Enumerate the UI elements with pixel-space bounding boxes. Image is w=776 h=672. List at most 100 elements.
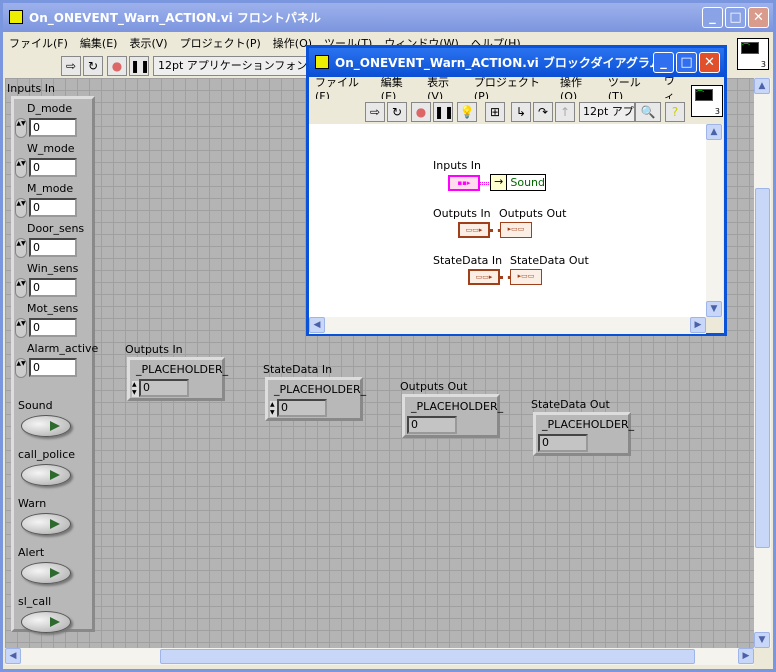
- close-button[interactable]: ✕: [748, 7, 769, 28]
- boolean-button-led[interactable]: [21, 611, 71, 633]
- increment-decrement-arrows[interactable]: ▲▼: [15, 238, 27, 258]
- menu-item[interactable]: 表示(V): [129, 35, 167, 51]
- minimize-button[interactable]: _: [702, 7, 723, 28]
- scroll-down-button[interactable]: ▼: [754, 632, 770, 648]
- menu-item[interactable]: 操作(O): [560, 77, 596, 99]
- unbundle-by-name-node[interactable]: → Sound: [490, 174, 546, 191]
- front-panel-title-bar[interactable]: On_ONEVENT_Warn_ACTION.vi フロントパネル _ □ ✕: [3, 3, 773, 32]
- numeric-control[interactable]: ▲▼ 0: [15, 278, 79, 298]
- boolean-button-led[interactable]: [21, 562, 71, 584]
- run-continuously-icon[interactable]: ↻: [83, 56, 103, 76]
- connector-pane-icon[interactable]: ⌒ 3: [691, 85, 723, 117]
- numeric-control[interactable]: ▲▼ 0: [15, 358, 79, 378]
- numeric-control[interactable]: ▲▼ 0: [15, 158, 79, 178]
- retain-wire-values-icon[interactable]: ⊞: [485, 102, 505, 122]
- menu-item[interactable]: 編集(E): [381, 77, 415, 99]
- scroll-down-button[interactable]: ▼: [706, 301, 722, 317]
- run-continuously-icon[interactable]: ↻: [387, 102, 407, 122]
- numeric-input[interactable]: 0: [29, 278, 77, 297]
- run-arrow-icon[interactable]: ⇨: [61, 56, 81, 76]
- numeric-field: 0: [407, 416, 457, 434]
- numeric-input[interactable]: 0: [29, 318, 77, 337]
- numeric-input[interactable]: 0: [29, 118, 77, 137]
- statedata-in-terminal[interactable]: ▭▭▸: [468, 269, 500, 285]
- increment-decrement-arrows[interactable]: ▲▼: [15, 198, 27, 218]
- abort-icon[interactable]: ●: [107, 56, 127, 76]
- scroll-right-button[interactable]: ▶: [738, 648, 754, 664]
- menu-item[interactable]: ファイル(F): [9, 35, 68, 51]
- numeric-input[interactable]: 0: [29, 198, 77, 217]
- vi-icon: [9, 10, 23, 24]
- boolean-button-led[interactable]: [21, 415, 71, 437]
- numeric-control[interactable]: ▲▼ 0: [15, 198, 79, 218]
- maximize-button[interactable]: □: [725, 7, 746, 28]
- menu-item[interactable]: プロジェクト(P): [474, 77, 548, 99]
- help-icon[interactable]: ?: [665, 102, 685, 122]
- statedata-out-terminal[interactable]: ▸▭▭: [510, 269, 542, 285]
- close-button[interactable]: ✕: [699, 52, 720, 73]
- connector-number: 3: [714, 107, 720, 116]
- scroll-thumb-h[interactable]: [160, 649, 695, 664]
- increment-decrement-arrows[interactable]: ▲▼: [132, 381, 139, 397]
- horizontal-scrollbar[interactable]: ◀ ▶: [309, 317, 706, 334]
- scroll-up-button[interactable]: ▲: [706, 124, 722, 140]
- step-over-icon[interactable]: ↷: [533, 102, 553, 122]
- menu-item[interactable]: ウィ: [664, 77, 684, 99]
- font-select[interactable]: 12pt アプリ: [579, 102, 635, 122]
- highlight-execution-icon[interactable]: 💡: [457, 102, 477, 122]
- menu-item[interactable]: 表示(V): [427, 77, 462, 99]
- boolean-button-led[interactable]: [21, 513, 71, 535]
- cluster-control: _PLACEHOLDER_ ▲ ▼ 0: [265, 377, 366, 421]
- scroll-left-button[interactable]: ◀: [5, 648, 21, 664]
- connector-pane-icon[interactable]: ⌒ 3: [737, 38, 769, 70]
- increment-decrement-arrows[interactable]: ▲▼: [15, 278, 27, 298]
- block-diagram-menu-bar: ファイル(F) 編集(E) 表示(V) プロジェクト(P) 操作(O) ツール(T) ウィ: [309, 77, 684, 99]
- increment-decrement-arrows[interactable]: ▲▼: [15, 358, 27, 378]
- step-into-icon[interactable]: ↳: [511, 102, 531, 122]
- scroll-thumb[interactable]: [755, 188, 770, 548]
- numeric-field[interactable]: 0: [139, 379, 189, 397]
- inputs-in-terminal[interactable]: ▪▪▸: [448, 175, 480, 191]
- outputs-in-terminal[interactable]: ▭▭▸: [458, 222, 490, 238]
- outputs-out-terminal[interactable]: ▸▭▭: [500, 222, 532, 238]
- numeric-field[interactable]: 0: [277, 399, 327, 417]
- boolean-button-led[interactable]: [21, 464, 71, 486]
- block-diagram-title-bar[interactable]: On_ONEVENT_Warn_ACTION.vi ブロックダイアグラム _ □…: [309, 48, 724, 77]
- numeric-label: Alarm_active: [27, 342, 99, 355]
- menu-item[interactable]: プロジェクト(P): [180, 35, 261, 51]
- numeric-control[interactable]: ▲▼ 0: [15, 238, 79, 258]
- numeric-control[interactable]: ▲▼ 0: [15, 118, 79, 138]
- pause-icon[interactable]: ❚❚: [433, 102, 454, 122]
- vertical-scrollbar[interactable]: ▲ ▼: [706, 124, 723, 317]
- clean-up-search-icon[interactable]: 🔍: [635, 102, 661, 122]
- step-out-icon[interactable]: ↑: [555, 102, 575, 122]
- numeric-input[interactable]: 0: [29, 158, 77, 177]
- pause-icon[interactable]: ❚❚: [129, 56, 150, 76]
- maximize-button[interactable]: □: [676, 52, 697, 73]
- menu-item[interactable]: ツール(T): [608, 77, 652, 99]
- increment-decrement-arrows[interactable]: ▲▼: [15, 158, 27, 178]
- minimize-button[interactable]: _: [653, 52, 674, 73]
- run-arrow-icon[interactable]: ⇨: [365, 102, 385, 122]
- outputs-in-terminal-label: Outputs In: [433, 207, 491, 220]
- unbundle-item: Sound: [510, 176, 545, 189]
- scroll-right-button[interactable]: ▶: [690, 317, 706, 333]
- front-panel-title: On_ONEVENT_Warn_ACTION.vi フロントパネル: [29, 11, 321, 25]
- numeric-input[interactable]: 0: [29, 238, 77, 257]
- scroll-left-button[interactable]: ◀: [309, 317, 325, 333]
- vertical-scrollbar[interactable]: ▲ ▼: [754, 78, 771, 648]
- numeric-input[interactable]: 0: [29, 358, 77, 377]
- boolean-label: call_police: [18, 448, 76, 461]
- increment-decrement-arrows[interactable]: ▲▼: [15, 318, 27, 338]
- block-diagram-window: On_ONEVENT_Warn_ACTION.vi ブロックダイアグラム _ □…: [306, 45, 727, 336]
- font-select[interactable]: 12pt アプリケーションフォント: [153, 56, 309, 90]
- numeric-label: Win_sens: [27, 262, 79, 275]
- increment-decrement-arrows[interactable]: ▲▼: [15, 118, 27, 138]
- increment-decrement-arrows[interactable]: ▲▼: [270, 401, 277, 417]
- numeric-control[interactable]: ▲▼ 0: [15, 318, 79, 338]
- horizontal-scrollbar[interactable]: ◀ ▶: [5, 648, 754, 665]
- menu-item[interactable]: 編集(E): [80, 35, 118, 51]
- scroll-up-button[interactable]: ▲: [754, 78, 770, 94]
- menu-item[interactable]: ファイル(F): [315, 77, 369, 99]
- abort-icon[interactable]: ●: [411, 102, 431, 122]
